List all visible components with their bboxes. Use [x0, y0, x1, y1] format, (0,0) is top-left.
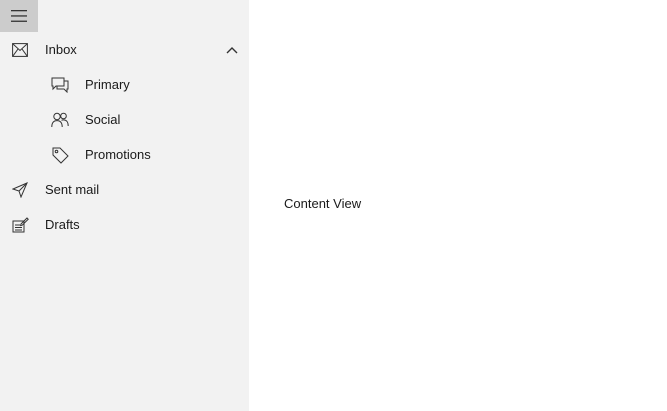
- chat-bubbles-icon: [51, 76, 69, 94]
- hamburger-menu-icon: [11, 10, 27, 22]
- nav-item-promotions[interactable]: Promotions: [0, 137, 249, 172]
- nav-item-drafts[interactable]: Drafts: [0, 207, 249, 242]
- edit-document-icon: [11, 216, 29, 234]
- nav-item-label: Inbox: [45, 42, 77, 57]
- send-icon: [11, 181, 29, 199]
- content-view-text: Content View: [284, 196, 362, 211]
- content-area: Content View: [249, 0, 667, 411]
- tag-icon: [51, 146, 69, 164]
- nav-item-label: Social: [85, 112, 121, 127]
- nav-item-sent-mail[interactable]: Sent mail: [0, 172, 249, 207]
- app-window: Inbox Primary Social Promotions Sent mai…: [0, 0, 667, 411]
- hamburger-button[interactable]: [0, 0, 38, 32]
- nav-item-label: Sent mail: [45, 182, 100, 197]
- nav-item-label: Primary: [85, 77, 130, 92]
- navigation-pane: Inbox Primary Social Promotions Sent mai…: [0, 0, 249, 411]
- nav-item-primary[interactable]: Primary: [0, 67, 249, 102]
- chevron-up-icon[interactable]: [225, 43, 239, 57]
- mail-icon: [11, 41, 29, 59]
- people-icon: [51, 111, 69, 129]
- nav-item-inbox[interactable]: Inbox: [0, 32, 249, 67]
- nav-item-social[interactable]: Social: [0, 102, 249, 137]
- nav-item-label: Drafts: [45, 217, 80, 232]
- nav-item-label: Promotions: [85, 147, 151, 162]
- nav-menu: Inbox Primary Social Promotions Sent mai…: [0, 32, 249, 242]
